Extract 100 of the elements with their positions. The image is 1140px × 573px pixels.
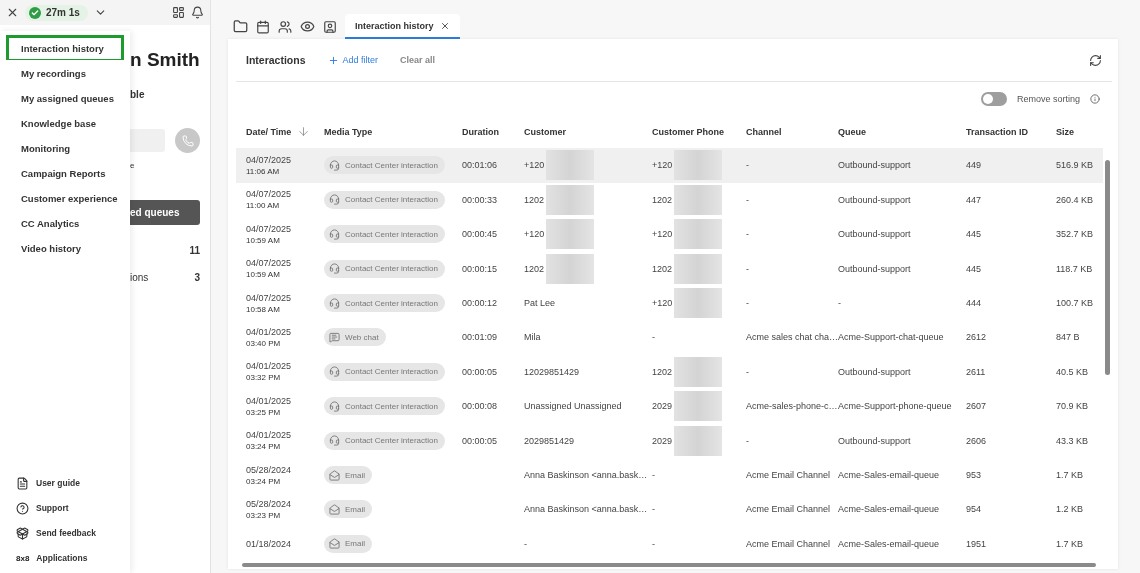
table-cell: - [746,435,749,446]
close-button[interactable] [6,6,19,19]
table-cell: 1.2 KB [1056,504,1084,515]
envelope-icon [329,538,340,550]
table-cell: 847 B [1056,332,1080,343]
table-cell: Outbound-support [838,366,911,377]
column-header[interactable]: Size [1056,126,1074,137]
footer-link[interactable]: Support [16,499,124,517]
table-cell: Anna Baskinson <anna.bask… [524,470,648,480]
table-cell: 2606 [966,435,987,446]
table-cell: Outbound-support [838,160,911,171]
date-text: 05/28/2024 [246,464,293,475]
date-text: 04/07/2025 [246,292,293,303]
table-cell: - [746,160,749,171]
add-filter-button[interactable]: Add filter [327,54,379,66]
table-cell: 447 [966,194,982,205]
column-header[interactable]: Customer [524,126,566,137]
note-text: e [130,161,136,170]
table-cell: 449 [966,160,982,171]
toggle-label: Remove sorting [1016,94,1080,104]
table-cell: 2029851429 [524,435,575,446]
media-type-tag: Contact Center interaction [324,156,445,175]
people-icon[interactable] [278,19,292,34]
blurred-area [674,288,723,319]
refresh-icon[interactable] [1089,53,1102,67]
input-field[interactable] [130,129,165,152]
table-cell: 00:00:45 [462,229,498,240]
column-header[interactable]: Customer Phone [652,126,724,137]
media-type-tag: Web chat [324,328,386,347]
table-cell: - [652,470,655,480]
column-header[interactable]: Transaction ID [966,126,1028,137]
table-cell: 260.4 KB [1056,194,1094,205]
media-type-tag: Contact Center interaction [324,397,445,416]
blurred-area [674,425,723,456]
blurred-area [546,219,595,250]
table-cell: 445 [966,229,982,240]
footer-link[interactable]: Send feedback [16,524,124,542]
headset-icon [329,263,340,275]
blurred-area [674,184,723,215]
table-cell: Unassigned Unassigned [524,401,622,412]
eye-icon[interactable] [300,19,315,34]
table-cell: 1202 [524,194,545,205]
column-header[interactable]: Channel [746,126,782,137]
table-cell: 2029 [652,435,673,446]
toggle-switch[interactable] [980,92,1007,106]
footer-link[interactable]: 8x8 Applications [16,549,124,567]
queues-button[interactable]: ed queues [130,200,200,225]
table-cell: 00:00:33 [462,194,498,205]
table-cell: 1202 [652,263,673,274]
column-header[interactable]: Date/ Time [246,126,292,137]
date-text: 05/28/2024 [246,498,293,509]
time-text: 03:23 PM [246,510,282,520]
tab[interactable]: Interaction history [345,14,460,39]
table-cell: +120 [652,298,673,309]
headset-icon [329,159,340,171]
table-cell: +120 [524,160,545,171]
folder-icon[interactable] [233,19,248,34]
status-timer[interactable]: 27m 1s [25,4,88,21]
blurred-area [546,150,595,181]
calendar-icon[interactable] [256,19,270,34]
date-text: 04/01/2025 [246,430,293,441]
brand-logo: 8x8 [16,553,30,563]
count-value: 3 [194,272,200,283]
notifications-icon[interactable] [191,6,204,19]
table-row[interactable]: 04/07/2025 11:06 AM Contact Center interaction 00:01:06 +120 +120 - Outbound-support 449 516.9 KB [236,147,1103,183]
time-text: 11:00 AM [246,201,281,211]
table-cell: Acme-Sales-email-queue [838,504,940,515]
phone-icon [181,134,194,147]
layout-icon[interactable] [172,6,185,19]
help-icon [16,501,29,515]
sort-arrow-icon[interactable] [297,125,311,139]
table-cell: - [746,263,749,274]
close-icon[interactable] [439,20,450,31]
column-header[interactable]: Queue [838,126,866,137]
column-header[interactable]: Media Type [324,126,373,137]
time-text: 03:32 PM [246,373,282,383]
footer-link[interactable]: User guide [16,474,124,492]
time-text: 11:06 AM [246,166,281,176]
table-cell: - [838,298,841,309]
contact-card-icon[interactable] [323,19,337,34]
info-icon[interactable] [1090,94,1100,104]
table-cell: 100.7 KB [1056,298,1094,309]
user-name: n Smith [130,49,200,71]
table-cell: 00:00:12 [462,298,498,309]
table-cell: 00:00:08 [462,401,498,412]
time-text: 03:24 PM [246,476,282,486]
table-cell: 1.7 KB [1056,538,1084,549]
table-cell: Acme-Sales-email-queue [838,538,940,549]
column-header[interactable]: Duration [462,126,499,137]
table-cell: 516.9 KB [1056,160,1094,171]
media-type-tag: Email [324,534,372,553]
table-cell: 2612 [966,332,987,343]
clear-all-button[interactable]: Clear all [400,55,436,65]
date-text: 04/07/2025 [246,258,293,269]
menu-item[interactable]: Interaction history [6,35,124,62]
table-cell: 00:00:05 [462,366,498,377]
headset-icon [329,435,340,447]
chat-bubble-icon [329,331,340,343]
table-cell: - [746,298,749,309]
check-icon [29,6,41,19]
